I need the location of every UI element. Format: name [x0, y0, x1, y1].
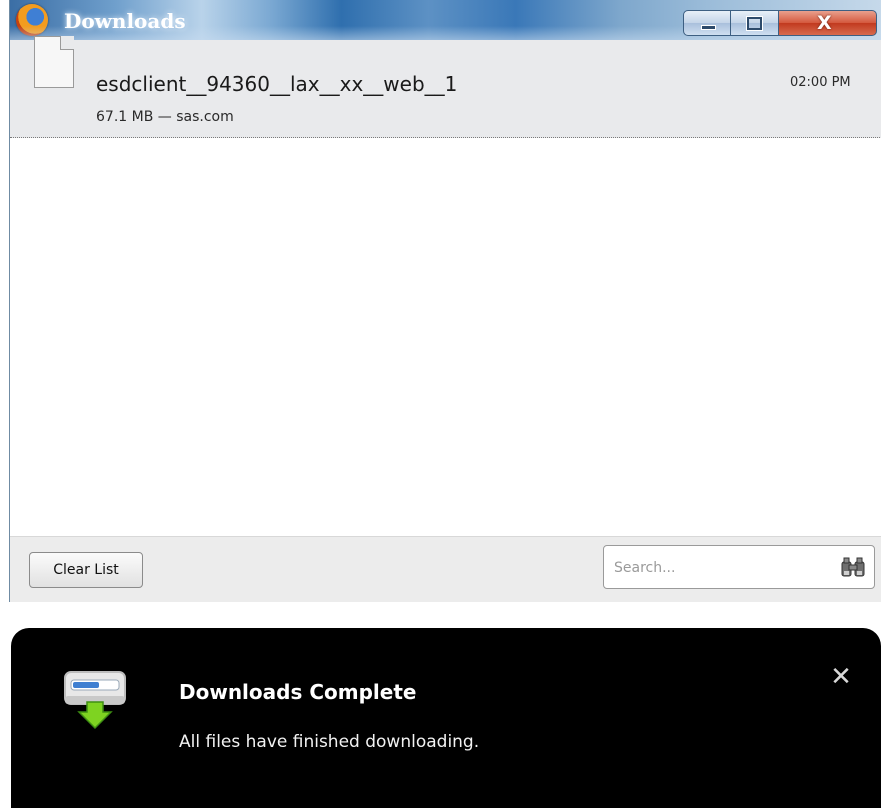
- binoculars-icon[interactable]: [840, 556, 866, 578]
- search-input[interactable]: [612, 552, 826, 584]
- maximize-button[interactable]: [731, 10, 779, 36]
- download-list-area: [10, 138, 881, 536]
- maximize-icon: [747, 17, 762, 30]
- clear-list-button[interactable]: Clear List: [29, 552, 143, 588]
- download-time: 02:00 PM: [790, 75, 851, 90]
- downloads-window: Downloads X esdclient__94360__lax__xx__w…: [9, 0, 881, 602]
- download-filename: esdclient__94360__lax__xx__web__1: [96, 72, 458, 96]
- firefox-logo-icon: [16, 4, 48, 36]
- notification-title: Downloads Complete: [179, 680, 417, 704]
- close-icon: X: [817, 12, 832, 34]
- title-bar[interactable]: Downloads X: [10, 0, 881, 40]
- window-title: Downloads: [64, 9, 186, 33]
- file-icon: [34, 36, 74, 88]
- notification-body: All files have finished downloading.: [179, 732, 480, 752]
- minimize-button[interactable]: [683, 10, 731, 36]
- notification-close-icon[interactable]: ✕: [826, 662, 856, 692]
- download-notification[interactable]: Downloads Complete All files have finish…: [11, 628, 881, 808]
- search-box[interactable]: [603, 545, 875, 589]
- download-manager-icon: [64, 671, 126, 730]
- bottom-toolbar: Clear List: [10, 536, 881, 602]
- download-meta: 67.1 MB — sas.com: [96, 109, 234, 125]
- close-button[interactable]: X: [779, 10, 877, 36]
- minimize-icon: [701, 25, 716, 30]
